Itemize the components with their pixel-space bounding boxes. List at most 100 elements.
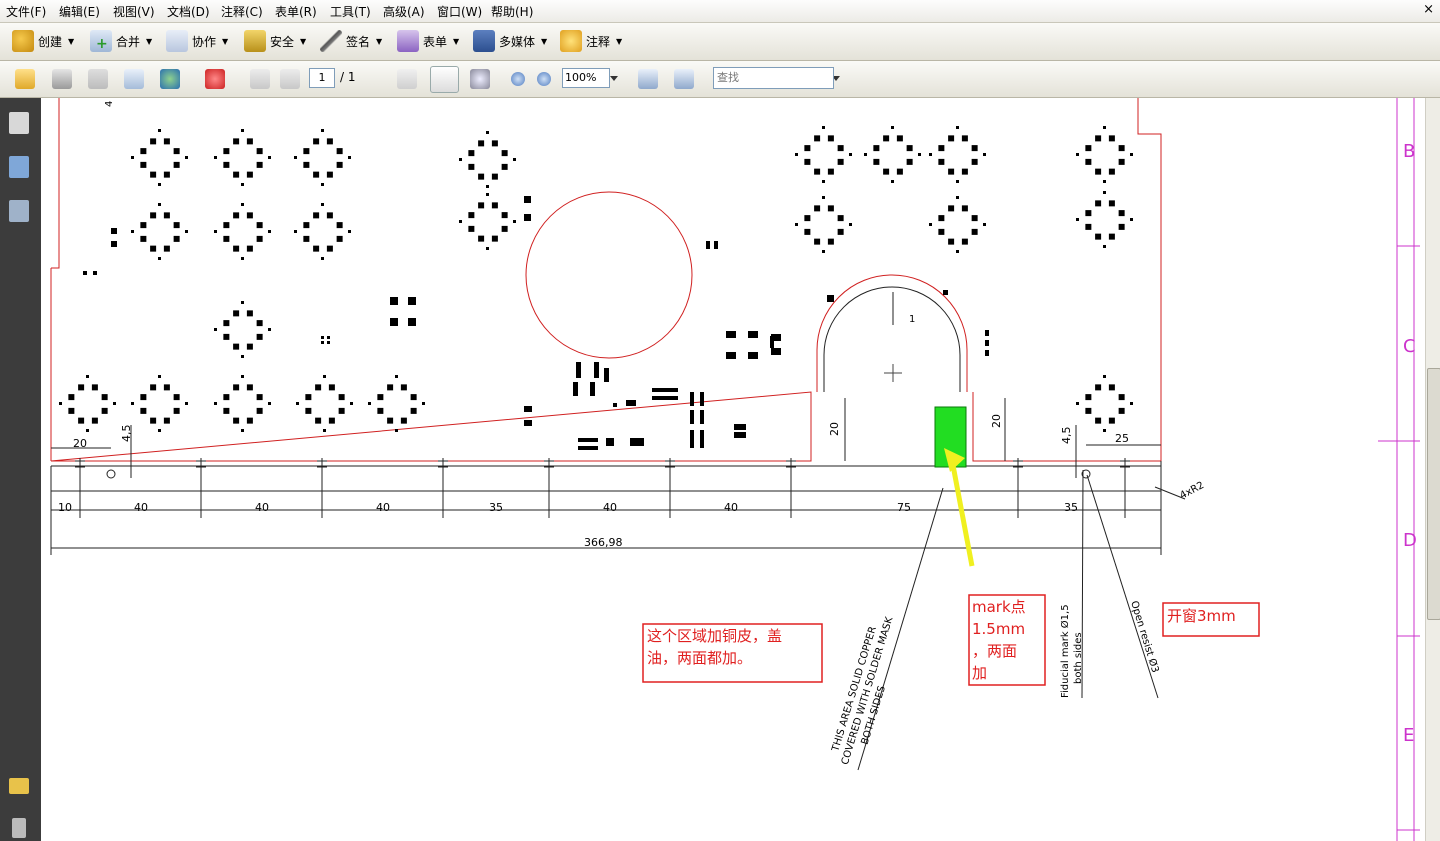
fit-page-icon[interactable] — [674, 69, 694, 89]
navigation-panel — [0, 98, 41, 841]
select-tool-icon[interactable] — [397, 69, 417, 89]
pad — [233, 138, 240, 145]
pages-icon[interactable] — [9, 112, 29, 134]
pad — [348, 230, 351, 233]
pad — [241, 203, 244, 206]
pad — [478, 140, 485, 147]
frame-label-d: D — [1403, 530, 1417, 551]
next-page-icon[interactable] — [280, 69, 300, 89]
zoom-level-input[interactable]: 100% — [562, 68, 610, 88]
menu-help[interactable]: 帮助(H) — [491, 3, 533, 20]
pad — [822, 196, 825, 199]
sign-label: 签名 — [346, 34, 371, 49]
pad — [827, 295, 834, 302]
pad — [795, 153, 798, 156]
zoom-dropdown-icon[interactable] — [610, 76, 618, 81]
attachment-icon[interactable] — [12, 818, 26, 838]
pad — [524, 196, 531, 203]
pad — [422, 402, 425, 405]
chevron-down-icon: ▼ — [616, 36, 623, 46]
open-resist-text: Open resist Ø3 — [1128, 599, 1161, 674]
sign-button[interactable]: 签名 ▼ — [320, 29, 382, 53]
menu-document[interactable]: 文档(D) — [167, 3, 210, 20]
combine-button[interactable]: + 合并 ▼ — [90, 29, 152, 53]
pad — [336, 222, 343, 229]
menu-advanced[interactable]: 高级(A) — [383, 3, 425, 20]
zoom-out-icon[interactable] — [511, 72, 525, 86]
web-icon[interactable] — [160, 69, 180, 89]
pad — [140, 148, 147, 155]
print-icon[interactable] — [52, 69, 72, 89]
forms-button[interactable]: 表单 ▼ — [397, 29, 459, 53]
annotation-mark-line2: 1.5mm — [972, 620, 1025, 638]
menu-tools[interactable]: 工具(T) — [330, 3, 371, 20]
pad — [223, 161, 230, 168]
fit-width-icon[interactable] — [638, 69, 658, 89]
close-document-icon[interactable]: × — [1423, 2, 1434, 17]
pad — [400, 384, 407, 391]
page-number-input[interactable]: 1 — [309, 68, 335, 88]
pad — [305, 407, 312, 414]
scrollbar-thumb[interactable] — [1427, 368, 1440, 620]
pad — [241, 301, 244, 304]
pad — [985, 330, 989, 336]
menu-comments[interactable]: 注释(C) — [221, 3, 263, 20]
pad — [938, 215, 945, 222]
pad — [101, 407, 108, 414]
pad — [387, 384, 394, 391]
pad — [827, 205, 834, 212]
collaborate-button[interactable]: 协作 ▼ — [166, 29, 228, 53]
vertical-scrollbar[interactable] — [1425, 98, 1440, 841]
dim-4-5-left: 4,5 — [120, 425, 133, 443]
pad — [468, 163, 475, 170]
open-folder-icon[interactable] — [15, 69, 35, 89]
zoom-tool-icon[interactable] — [470, 69, 490, 89]
pad — [961, 205, 968, 212]
pad — [814, 168, 821, 175]
pad — [246, 171, 253, 178]
save-icon[interactable] — [88, 69, 108, 89]
signatures-icon[interactable] — [9, 200, 29, 222]
pad — [1108, 417, 1115, 424]
pad — [140, 235, 147, 242]
hand-tool-icon[interactable] — [430, 66, 459, 93]
comments-panel-icon[interactable] — [9, 778, 29, 794]
pad — [804, 158, 811, 165]
pad — [336, 148, 343, 155]
comment-button[interactable]: 注释 ▼ — [560, 29, 622, 53]
pad — [321, 341, 324, 344]
pad — [68, 394, 75, 401]
pad — [246, 212, 253, 219]
menu-edit[interactable]: 编辑(E) — [59, 3, 100, 20]
pad — [185, 402, 188, 405]
pad — [971, 158, 978, 165]
email-icon[interactable] — [124, 69, 144, 89]
multimedia-button[interactable]: 多媒体 ▼ — [473, 29, 547, 53]
menu-forms[interactable]: 表单(R) — [275, 3, 317, 20]
pad — [770, 336, 774, 348]
pad — [313, 138, 320, 145]
review-icon[interactable] — [205, 69, 225, 89]
pad — [223, 320, 230, 327]
pad — [956, 250, 959, 253]
find-input[interactable]: 查找 — [713, 67, 834, 89]
previous-page-icon[interactable] — [250, 69, 270, 89]
pad — [158, 375, 161, 378]
menu-file[interactable]: 文件(F) — [6, 3, 46, 20]
create-button[interactable]: 创建 ▼ — [12, 29, 74, 53]
pcb-drawing: B C D E 1 4 10 40 40 40 35 40 40 75 35 3… — [50, 98, 1420, 841]
menu-window[interactable]: 窗口(W) — [437, 3, 482, 20]
pad — [906, 145, 913, 152]
pad — [478, 202, 485, 209]
secure-button[interactable]: 安全 ▼ — [244, 29, 306, 53]
pad — [158, 257, 161, 260]
pad — [804, 228, 811, 235]
pad — [468, 225, 475, 232]
dim-40-d: 40 — [603, 501, 617, 514]
bookmarks-icon[interactable] — [9, 156, 29, 178]
fiducial-note-line2: both sides — [1073, 632, 1084, 684]
document-view: B C D E 1 4 10 40 40 40 35 40 40 75 35 3… — [41, 98, 1425, 841]
component-footprints — [59, 126, 1133, 450]
zoom-in-icon[interactable] — [537, 72, 551, 86]
menu-view[interactable]: 视图(V) — [113, 3, 155, 20]
